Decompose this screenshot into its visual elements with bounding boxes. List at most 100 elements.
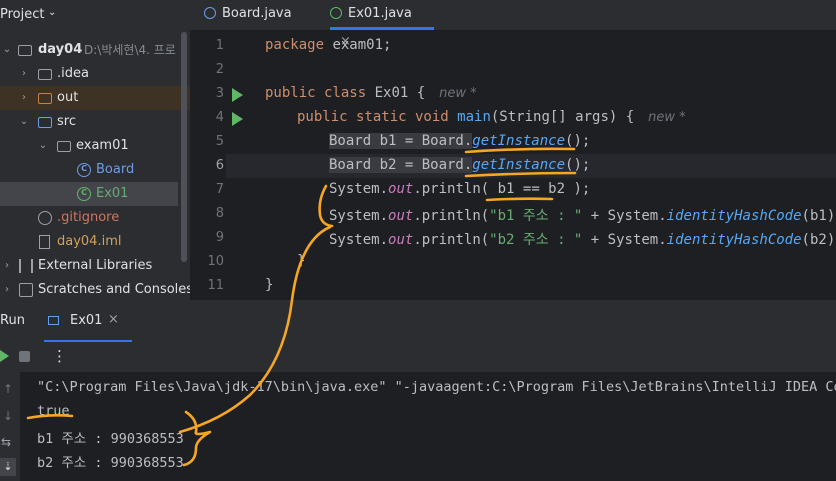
ignore-file-icon <box>38 211 52 225</box>
code-token: System. <box>329 232 389 248</box>
code-token: + System. <box>582 232 667 248</box>
arrow-down-icon[interactable]: ↓ <box>3 409 13 423</box>
console-command-line: "C:\Program Files\Java\jdk-17\bin\java.e… <box>37 379 836 395</box>
code-line-5[interactable]: Board b1 = Board.getInstance(); <box>329 133 590 149</box>
run-tab-label[interactable]: Ex01 <box>70 313 102 328</box>
line-number: 8 <box>215 206 224 221</box>
code-token: identityHashCode <box>666 208 802 224</box>
code-line-6[interactable]: Board b2 = Board.getInstance(); <box>329 157 590 173</box>
soft-wrap-icon[interactable]: ⇆ <box>1 435 11 449</box>
package-icon <box>57 141 71 152</box>
tree-item-day04[interactable]: ⌄ day04 D:\박세현\4. 프로 <box>0 38 190 62</box>
tree-item-external-libraries[interactable]: › External Libraries <box>0 254 190 278</box>
tree-item-out[interactable]: › out <box>0 86 190 110</box>
arrow-up-icon[interactable]: ↑ <box>3 382 13 396</box>
chevron-down-icon[interactable]: ⌄ <box>48 7 56 18</box>
code-token: package <box>265 37 325 53</box>
console-output-line: true <box>37 403 70 419</box>
code-token: (); <box>565 133 591 149</box>
chevron-down-icon[interactable]: ⌄ <box>19 110 29 134</box>
editor: Board.java Ex01.java × 1 2 3 4 5 6 7 8 9… <box>190 0 836 300</box>
code-line-1[interactable]: package exam01; <box>265 37 391 53</box>
line-number: 7 <box>215 182 224 197</box>
chevron-down-icon[interactable]: ⌄ <box>38 134 48 158</box>
project-scrollbar[interactable] <box>181 32 187 262</box>
project-panel: Project ⌄ ⌄ day04 D:\박세현\4. 프로 › .idea ›… <box>0 0 190 300</box>
tree-label: src <box>57 114 76 129</box>
run-title: Run <box>0 313 25 328</box>
code-token: identityHashCode <box>666 232 802 248</box>
project-header[interactable]: Project ⌄ <box>0 0 190 30</box>
tree-item-iml[interactable]: day04.iml <box>0 230 190 254</box>
code-token: getInstance <box>472 157 566 173</box>
code-line-7[interactable]: System.out.println( b1 == b2 ); <box>329 181 590 197</box>
tree-item-gitignore[interactable]: .gitignore <box>0 206 190 230</box>
more-options-icon[interactable]: ⋮ <box>52 347 67 365</box>
stop-icon[interactable] <box>19 351 30 362</box>
code-line-4[interactable]: public static void main(String[] args) {… <box>297 109 686 125</box>
tree-label: .idea <box>57 66 89 81</box>
scroll-to-end-icon[interactable]: ⇣ <box>0 458 16 476</box>
chevron-down-icon[interactable]: ⌄ <box>2 38 12 62</box>
file-icon <box>39 235 50 249</box>
tree-label: .gitignore <box>57 210 120 225</box>
code-token: exam01; <box>324 37 392 53</box>
tree-item-scratches[interactable]: › Scratches and Consoles <box>0 278 190 300</box>
run-toolbar: ⋮ <box>0 342 836 372</box>
tree-item-board[interactable]: C Board <box>0 158 190 182</box>
run-class-icon[interactable] <box>232 88 243 102</box>
tree-label: out <box>57 90 79 105</box>
code-token: .println( <box>413 232 490 248</box>
line-number: 9 <box>215 230 224 245</box>
rerun-icon[interactable] <box>0 350 9 362</box>
tree-item-src[interactable]: ⌄ src <box>0 110 190 134</box>
chevron-right-icon[interactable]: › <box>2 278 12 300</box>
class-icon <box>330 7 342 19</box>
line-number: 4 <box>215 110 224 125</box>
tree-label: day04.iml <box>57 234 122 249</box>
project-title[interactable]: Project <box>0 7 44 22</box>
code-token: (); <box>565 157 591 173</box>
code-line-11[interactable]: } <box>265 277 273 293</box>
tree-label: Ex01 <box>96 186 129 201</box>
code-token: Board b1 = Board. <box>329 133 473 149</box>
tree-item-idea[interactable]: › .idea <box>0 62 190 86</box>
tree-item-ex01[interactable]: C Ex01 <box>0 182 178 206</box>
code-token: (String[] args) { <box>490 109 635 125</box>
code-token: .println( <box>413 208 490 224</box>
inlay-hint: new * <box>648 110 686 125</box>
class-icon <box>204 7 216 19</box>
run-header: Run Ex01 × <box>0 300 836 342</box>
class-icon: C <box>77 163 91 177</box>
code-token: main <box>457 109 491 125</box>
console-output-line: b2 주소 : 990368553 <box>37 455 184 471</box>
editor-tabs: Board.java Ex01.java × <box>190 0 836 49</box>
tab-ex01-java[interactable]: Ex01.java × <box>330 0 434 49</box>
code-token: System. <box>329 181 389 197</box>
folder-icon <box>38 69 52 80</box>
code-token: out <box>388 208 414 224</box>
close-icon[interactable]: × <box>108 312 119 327</box>
chevron-right-icon[interactable]: › <box>19 86 29 110</box>
console-side-toolbar: ↑ ↓ ⇆ ⇣ <box>0 372 20 481</box>
code-line-10[interactable]: } <box>297 253 305 269</box>
line-number: 6 <box>215 158 224 173</box>
folder-icon <box>38 117 52 128</box>
line-number: 10 <box>207 254 224 269</box>
chevron-right-icon[interactable]: › <box>19 62 29 86</box>
code-token: getInstance <box>472 133 566 149</box>
code-token: Board b2 = Board. <box>329 157 473 173</box>
chevron-right-icon[interactable]: › <box>2 254 12 278</box>
tab-label: Board.java <box>222 6 292 21</box>
run-main-icon[interactable] <box>232 112 243 126</box>
code-line-9[interactable]: System.out.println("b2 주소 : " + System.i… <box>329 229 836 249</box>
tree-item-exam01[interactable]: ⌄ exam01 <box>0 134 190 158</box>
code-line-3[interactable]: public class Ex01 {new * <box>265 85 477 101</box>
code-line-8[interactable]: System.out.println("b1 주소 : " + System.i… <box>329 205 836 225</box>
line-number: 1 <box>215 38 224 53</box>
scratch-icon <box>19 283 33 297</box>
folder-icon <box>18 45 32 56</box>
tree-path: D:\박세현\4. 프로 <box>84 43 176 57</box>
console-icon <box>48 316 59 325</box>
tab-board-java[interactable]: Board.java <box>204 0 292 30</box>
